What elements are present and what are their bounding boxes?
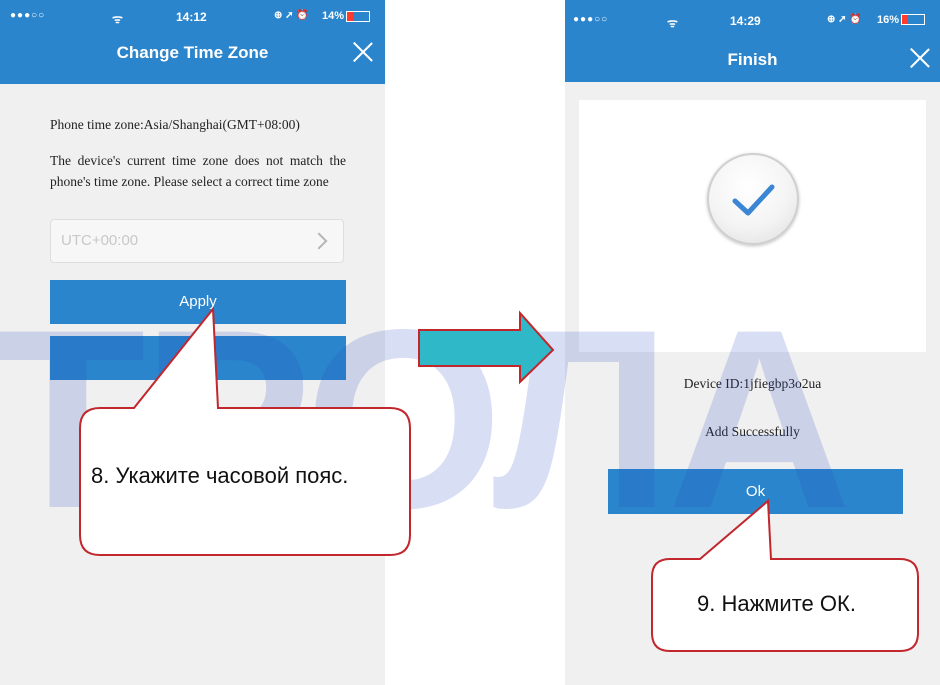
annotation-overlay	[79, 306, 919, 652]
callout-bubble-step8	[79, 306, 411, 556]
arrow-right-icon	[418, 310, 555, 385]
callout-bubble-step9	[651, 498, 919, 652]
callout-step9-text: 9. Нажмите ОК.	[697, 591, 856, 616]
callout-step8-text: 8. Укажите часовой пояс.	[91, 463, 349, 488]
